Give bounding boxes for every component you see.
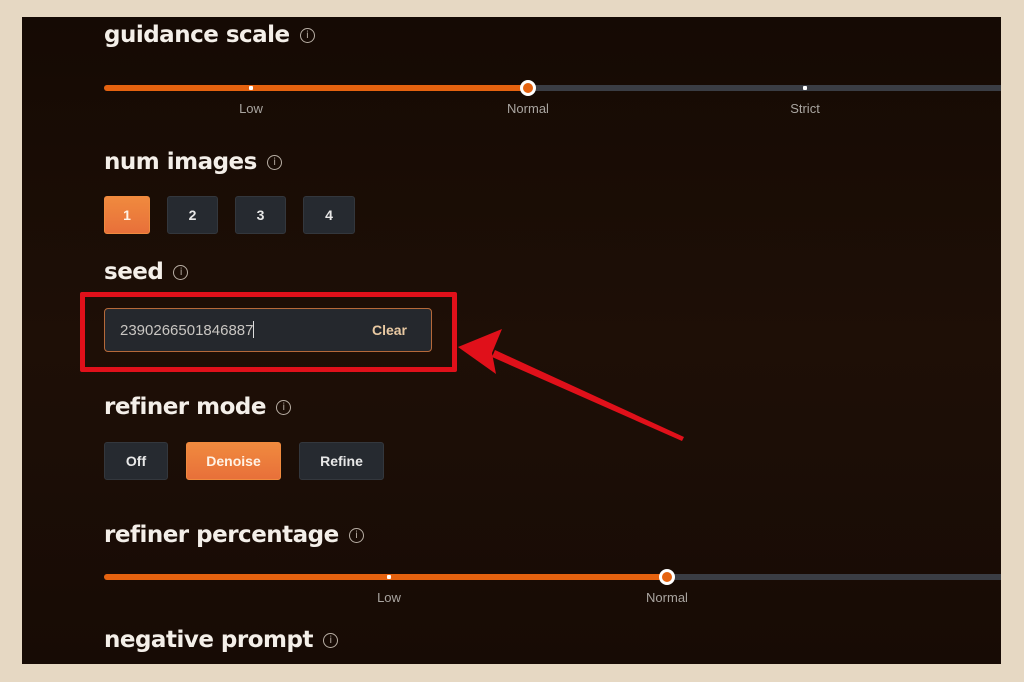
- negative-prompt-heading: negative prompt i: [104, 627, 338, 653]
- refiner-percentage-slider[interactable]: Low Normal: [104, 569, 1001, 605]
- slider-thumb[interactable]: [659, 569, 675, 585]
- refiner-percentage-label: refiner percentage: [104, 522, 339, 548]
- settings-panel: guidance scale i Low Normal Strict num im…: [22, 17, 1001, 664]
- tick-label-normal: Normal: [646, 590, 688, 605]
- refiner-denoise-button[interactable]: Denoise: [186, 442, 281, 480]
- info-icon[interactable]: i: [322, 632, 338, 648]
- annotation-arrow-icon: [458, 329, 684, 441]
- refiner-off-button[interactable]: Off: [104, 442, 168, 480]
- refiner-refine-button[interactable]: Refine: [299, 442, 384, 480]
- info-icon[interactable]: i: [348, 527, 364, 543]
- negative-prompt-label: negative prompt: [104, 627, 313, 653]
- tick-label-low: Low: [377, 590, 401, 605]
- refiner-mode-heading: refiner mode i: [104, 394, 291, 420]
- refiner-percentage-heading: refiner percentage i: [104, 522, 364, 548]
- info-icon[interactable]: i: [276, 399, 291, 415]
- slider-tick: [387, 575, 391, 579]
- slider-fill: [104, 574, 667, 580]
- refiner-mode-label: refiner mode: [104, 394, 267, 420]
